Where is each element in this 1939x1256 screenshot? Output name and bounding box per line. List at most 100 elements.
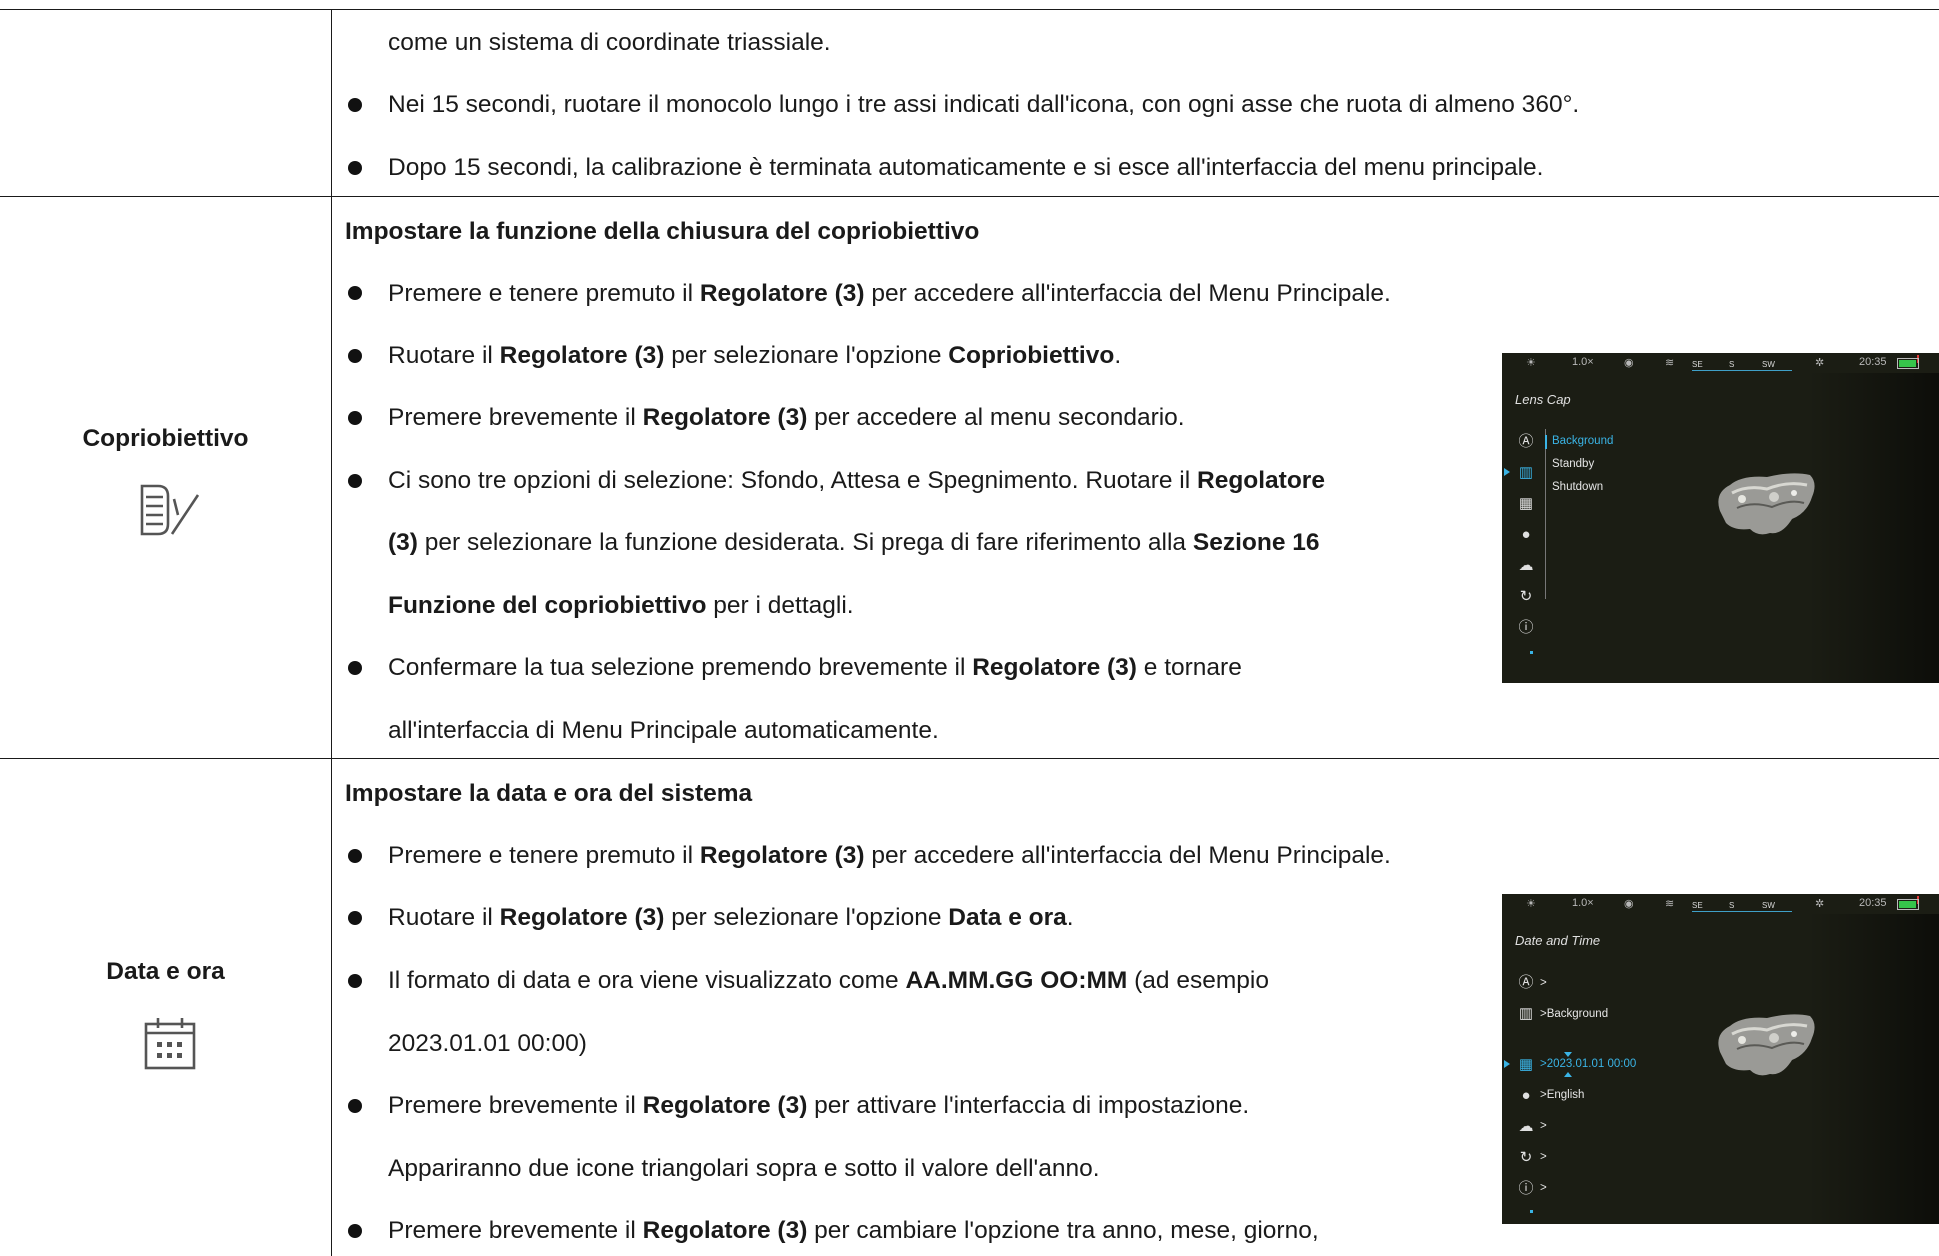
menu-value: >	[1540, 1120, 1547, 1132]
menu-value: >English	[1540, 1089, 1585, 1101]
eye-icon: ◉	[1624, 357, 1634, 369]
thermal-boar-image	[1718, 1014, 1815, 1076]
triangle-up-icon	[1564, 1052, 1572, 1057]
text-line: (3) per selezionare la funzione desidera…	[388, 529, 1320, 556]
section-heading: Impostare la funzione della chiusura del…	[345, 218, 980, 245]
text-line: Ruotare il Regolatore (3) per selezionar…	[388, 342, 1122, 369]
screen-shadow	[1807, 373, 1939, 683]
text-line: Premere e tenere premuto il Regolatore (…	[388, 842, 1391, 869]
eye-icon: ◉	[1624, 898, 1634, 910]
calendar-menu-icon: ▦	[1518, 1056, 1534, 1073]
clock-readout: 20:35	[1859, 356, 1887, 368]
battery-icon	[1897, 899, 1919, 910]
device-screen-date-time: ☀ 1.0× ◉ ≋ SE S SW ✲ 20:35 Date and Time…	[1502, 894, 1939, 1224]
reset-menu-icon: ↻	[1519, 1149, 1533, 1166]
menu-value: >	[1540, 1151, 1547, 1163]
compass-menu-icon: Ⓐ	[1518, 433, 1534, 450]
row-divider	[0, 758, 1939, 759]
brightness-icon: ☀	[1526, 357, 1536, 369]
compass-label: SE	[1692, 901, 1703, 910]
menu-option: Background	[1552, 435, 1614, 447]
text-line: come un sistema di coordinate triassiale…	[388, 29, 831, 56]
compass-bar: SE S SW	[1692, 355, 1919, 371]
calendar-menu-icon: ▦	[1518, 495, 1534, 512]
table-top-border	[0, 9, 1939, 10]
bullet-icon	[348, 349, 362, 363]
status-bar: ☀ 1.0× ◉ ≋ SE S SW ✲ 20:35	[1502, 894, 1939, 914]
selection-caret-icon	[1504, 1060, 1510, 1068]
zoom-readout: 1.0×	[1572, 356, 1594, 368]
text-line: Premere e tenere premuto il Regolatore (…	[388, 280, 1391, 307]
bullet-icon	[348, 286, 362, 300]
compass-bar: SE S SW	[1692, 896, 1919, 912]
settings-icon: ✲	[1815, 357, 1825, 369]
selection-caret-icon	[1504, 468, 1510, 476]
wifi-icon: ≋	[1665, 898, 1675, 910]
bullet-icon	[348, 974, 362, 988]
text-line: Premere brevemente il Regolatore (3) per…	[388, 1092, 1250, 1119]
compass-label: S	[1729, 360, 1735, 369]
zoom-readout: 1.0×	[1572, 897, 1594, 909]
section-heading: Impostare la data e ora del sistema	[345, 780, 753, 807]
screen-shadow	[1807, 914, 1939, 1224]
info-menu-icon: ⓘ	[1518, 619, 1534, 636]
globe-menu-icon: ●	[1521, 1087, 1531, 1104]
text-line: Appariranno due icone triangolari sopra …	[388, 1155, 1100, 1182]
battery-icon	[1897, 358, 1919, 369]
text-line: all'interfaccia di Menu Principale autom…	[388, 717, 939, 744]
text-line: Ci sono tre opzioni di selezione: Sfondo…	[388, 467, 1325, 494]
text-line: Confermare la tua selezione premendo bre…	[388, 654, 1242, 681]
compass-label: SW	[1762, 360, 1775, 369]
menu-value: >	[1540, 1182, 1547, 1194]
lens-cap-menu-icon: ▥	[1518, 464, 1534, 481]
menu-scrollbar	[1545, 429, 1546, 599]
menu-value: >	[1540, 977, 1547, 989]
text-line: Funzione del copriobiettivo per i dettag…	[388, 592, 854, 619]
row-divider	[0, 196, 1939, 197]
bullet-icon	[348, 661, 362, 675]
text-line: Nei 15 secondi, ruotare il monocolo lung…	[388, 91, 1580, 118]
text-line: Premere brevemente il Regolatore (3) per…	[388, 1217, 1319, 1244]
row-label-lens-cap: Copriobiettivo	[82, 425, 249, 452]
globe-menu-icon: ●	[1521, 526, 1531, 543]
menu-option: Shutdown	[1552, 481, 1604, 493]
page-dot	[1530, 1210, 1533, 1213]
triangle-down-icon	[1564, 1072, 1572, 1077]
bullet-icon	[348, 1224, 362, 1238]
compass-label: SW	[1762, 901, 1775, 910]
text-line: Il formato di data e ora viene visualizz…	[388, 967, 1269, 994]
menu-option: Standby	[1552, 458, 1595, 470]
settings-icon: ✲	[1815, 898, 1825, 910]
cloud-upload-menu-icon: ☁	[1518, 1118, 1534, 1135]
row-label-date-time: Data e ora	[106, 958, 225, 985]
bullet-icon	[348, 98, 362, 112]
device-screen-lens-cap: ☀ 1.0× ◉ ≋ SE S SW ✲ 20:35 Lens Cap Ⓐ ▥ …	[1502, 353, 1939, 683]
bullet-icon	[348, 1099, 362, 1113]
bullet-icon	[348, 474, 362, 488]
lens-cap-icon	[138, 483, 202, 542]
screen-title: Lens Cap	[1515, 392, 1571, 407]
text-line: Ruotare il Regolatore (3) per selezionar…	[388, 904, 1074, 931]
compass-label: S	[1729, 901, 1735, 910]
thermal-boar-image	[1718, 473, 1815, 535]
wifi-icon: ≋	[1665, 357, 1675, 369]
bullet-icon	[348, 411, 362, 425]
calendar-icon	[142, 1016, 198, 1077]
brightness-icon: ☀	[1526, 898, 1536, 910]
bullet-icon	[348, 911, 362, 925]
column-divider	[331, 9, 332, 1256]
screen-title: Date and Time	[1515, 933, 1601, 948]
compass-menu-icon: Ⓐ	[1518, 974, 1534, 991]
bullet-icon	[348, 849, 362, 863]
status-bar: ☀ 1.0× ◉ ≋ SE S SW ✲ 20:35	[1502, 353, 1939, 373]
compass-label: SE	[1692, 360, 1703, 369]
reset-menu-icon: ↻	[1519, 588, 1533, 605]
text-line: Dopo 15 secondi, la calibrazione è termi…	[388, 154, 1544, 181]
clock-readout: 20:35	[1859, 897, 1887, 909]
menu-value: >Background	[1540, 1008, 1609, 1020]
lens-cap-menu-icon: ▥	[1518, 1005, 1534, 1022]
text-line: 2023.01.01 00:00)	[388, 1030, 587, 1057]
info-menu-icon: ⓘ	[1518, 1180, 1534, 1197]
text-line: Premere brevemente il Regolatore (3) per…	[388, 404, 1185, 431]
menu-selection-indicator	[1545, 435, 1547, 449]
